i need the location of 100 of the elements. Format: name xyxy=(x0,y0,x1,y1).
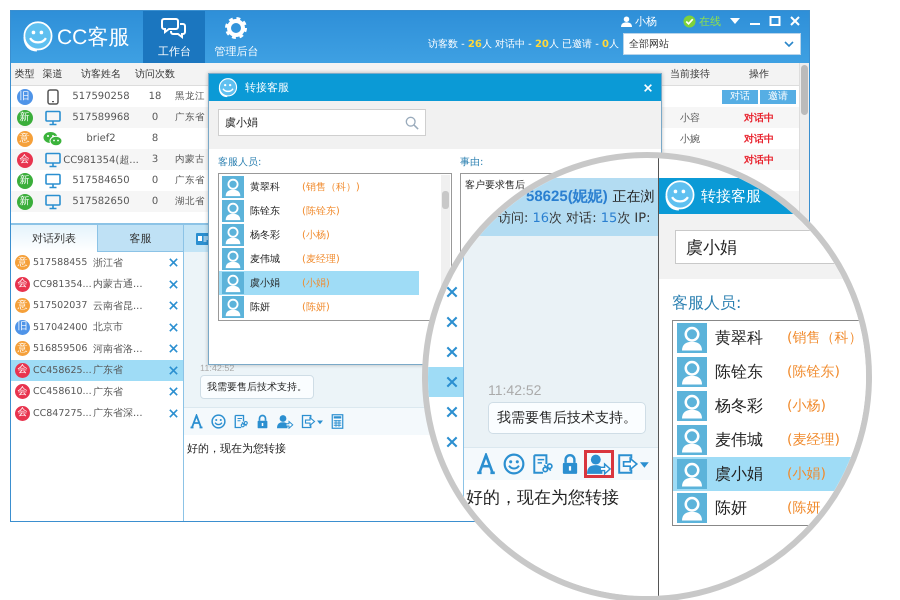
column-header: 访客姓名 xyxy=(80,68,122,81)
agent-item[interactable]: 黄翠科 (销售（科） xyxy=(673,321,866,355)
message-time: 11:42:52 xyxy=(200,363,234,373)
message-bubble: 我需要售后技术支持。 xyxy=(488,402,646,434)
agent-nickname: (小娟) xyxy=(302,276,330,290)
visitor-type-badge: 旧 xyxy=(15,320,30,335)
field-label: 客服人员: xyxy=(218,156,262,169)
conversation-region: 云南省昆... xyxy=(92,300,144,313)
browsing-status: 正在浏 xyxy=(612,188,655,206)
agent-item[interactable]: 杨冬彩 (小杨) xyxy=(219,223,419,247)
conversation-item[interactable]: 会 CC847275...广东省深... xyxy=(11,402,183,424)
agent-nickname: (陈铨东) xyxy=(787,363,840,381)
agent-item[interactable]: 陈妍 (陈妍 xyxy=(673,491,866,525)
column-header: 渠道 xyxy=(42,68,64,81)
panel-tab[interactable]: 客服 xyxy=(98,225,183,252)
agent-nickname: (小杨) xyxy=(787,397,826,415)
chat-status: 对话中 xyxy=(744,154,774,166)
column-header: 当前接待 xyxy=(669,68,711,81)
agent-nickname: (销售（科）) xyxy=(302,180,360,194)
conversation-item[interactable]: 意 517502037 云南省昆... xyxy=(11,295,183,316)
visit-count: 0 xyxy=(150,196,160,207)
agent-item[interactable]: 虞小娟 (小娟) xyxy=(219,271,419,295)
agent-nickname: (麦经理) xyxy=(787,431,840,449)
visitor-type-badge: 意 xyxy=(16,130,32,146)
conversation-region: 浙江省 xyxy=(92,256,124,270)
visitor-name: 517590258 xyxy=(71,91,131,102)
field-label: 事由: xyxy=(460,156,484,169)
column-header: 类型 xyxy=(14,68,36,81)
receptionist-name: 小容 xyxy=(679,112,701,124)
nav-tab[interactable]: 工作台 xyxy=(143,11,206,63)
agent-item[interactable]: 麦伟城 (麦经理) xyxy=(673,423,866,457)
agent-item[interactable]: 黄翠科 (销售（科）) xyxy=(219,175,419,199)
agent-nickname: (陈铨东) xyxy=(302,204,340,218)
visitor-name: 517589968 xyxy=(71,112,131,123)
agent-item[interactable]: 麦伟城 (麦经理) xyxy=(219,247,419,271)
conversation-id: 516859506 xyxy=(33,343,87,354)
conversation-region: 广东省 xyxy=(92,386,124,399)
agent-nickname: (麦经理) xyxy=(302,252,340,266)
visitor-type-badge: 会 xyxy=(16,152,32,168)
visit-count: 0 xyxy=(150,175,160,186)
visitor-type-badge: 会 xyxy=(15,406,30,421)
conversation-id: 517502037 xyxy=(33,300,87,312)
site-dropdown[interactable]: 全部网站 xyxy=(623,33,801,55)
conversation-id: 517042400 xyxy=(33,322,87,333)
agent-item[interactable]: 陈铨东 (陈铨东) xyxy=(673,355,866,389)
visitor-stats: 访客数 - 26人 对话中 - 20人 已邀请 - 0人 xyxy=(428,38,619,51)
visitor-type-badge: 新 xyxy=(16,110,32,126)
chat-status: 对话中 xyxy=(744,132,774,146)
visitor-region: 黑龙江 xyxy=(175,90,205,103)
conversation-item[interactable]: 意 516859506 河南省洛... xyxy=(11,338,183,360)
visitor-type-badge: 意 xyxy=(15,255,30,270)
message-time: 11:42:52 xyxy=(488,382,542,398)
visitor-type-badge: 新 xyxy=(16,194,32,210)
visitor-type-badge: 会 xyxy=(15,362,30,378)
receptionist-name: 小婉 xyxy=(679,132,701,146)
visitor-type-badge: 意 xyxy=(15,298,30,314)
agent-nickname: (陈妍 xyxy=(787,499,820,517)
visitor-region: 广东省 xyxy=(175,174,205,187)
message-bubble: 我需要售后技术支持。 xyxy=(200,375,314,399)
field-label: 客服人员: xyxy=(672,293,742,314)
visitor-region: 内蒙古 xyxy=(175,153,205,166)
visitor-type-badge: 意 xyxy=(15,341,30,356)
search-field[interactable]: 虞小娟 xyxy=(218,109,426,136)
conversation-item[interactable]: 意 517588455 浙江省 xyxy=(11,252,183,274)
agent-nickname: (销售（科） xyxy=(787,329,862,347)
column-header: 访问次数 xyxy=(135,68,175,81)
agent-item[interactable]: 陈妍 (陈妍) xyxy=(219,295,419,319)
visitor-name: 517584650 xyxy=(71,175,131,186)
visit-count: 0 xyxy=(150,112,160,123)
agent-item[interactable]: 杨冬彩 (小杨) xyxy=(673,389,866,423)
conversation-region: 北京市 xyxy=(92,320,124,334)
logo-text: CC客服 xyxy=(57,25,130,51)
visitor-type-badge: 旧 xyxy=(16,88,32,104)
visitor-region: 湖北省 xyxy=(175,195,205,208)
conversation-item[interactable]: 旧 517042400 北京市 xyxy=(11,316,183,338)
conversation-id: 517588455 xyxy=(33,257,87,268)
conversation-region: 河南省洛... xyxy=(92,342,144,356)
agent-nickname: (小杨) xyxy=(302,228,330,242)
column-header: 操作 xyxy=(748,68,770,81)
conversation-item[interactable]: 会 CC458625...广东省 xyxy=(11,360,183,381)
conversation-region: 内蒙古通... xyxy=(92,278,144,292)
dialog-title: 转接客服 xyxy=(245,80,290,95)
agent-nickname: (小娟) xyxy=(787,465,826,483)
visitor-type-badge: 会 xyxy=(15,384,30,400)
visit-count: 8 xyxy=(150,133,160,144)
conversation-region: 广东省深... xyxy=(92,406,144,420)
visitor-name: 517582650 xyxy=(71,196,131,207)
chat-status: 对话中 xyxy=(744,112,774,124)
panel-tab[interactable]: 对话列表 xyxy=(11,225,98,252)
conversation-item[interactable]: 会 CC458610...广东省 xyxy=(11,381,183,402)
dialog-title: 转接客服 xyxy=(701,186,761,206)
visitor-region: 广东省 xyxy=(175,111,205,124)
visitor-type-badge: 会 xyxy=(15,276,30,292)
agent-nickname: (陈妍) xyxy=(302,301,330,314)
conversation-item[interactable]: 会 CC981354...内蒙古通... xyxy=(11,274,183,295)
conversation-region: 广东省 xyxy=(92,364,124,378)
agent-item[interactable]: 陈铨东 (陈铨东) xyxy=(219,199,419,223)
visitor-name: brief2 xyxy=(85,133,117,144)
visit-count: 18 xyxy=(148,91,162,102)
visitor-type-badge: 新 xyxy=(16,172,32,188)
